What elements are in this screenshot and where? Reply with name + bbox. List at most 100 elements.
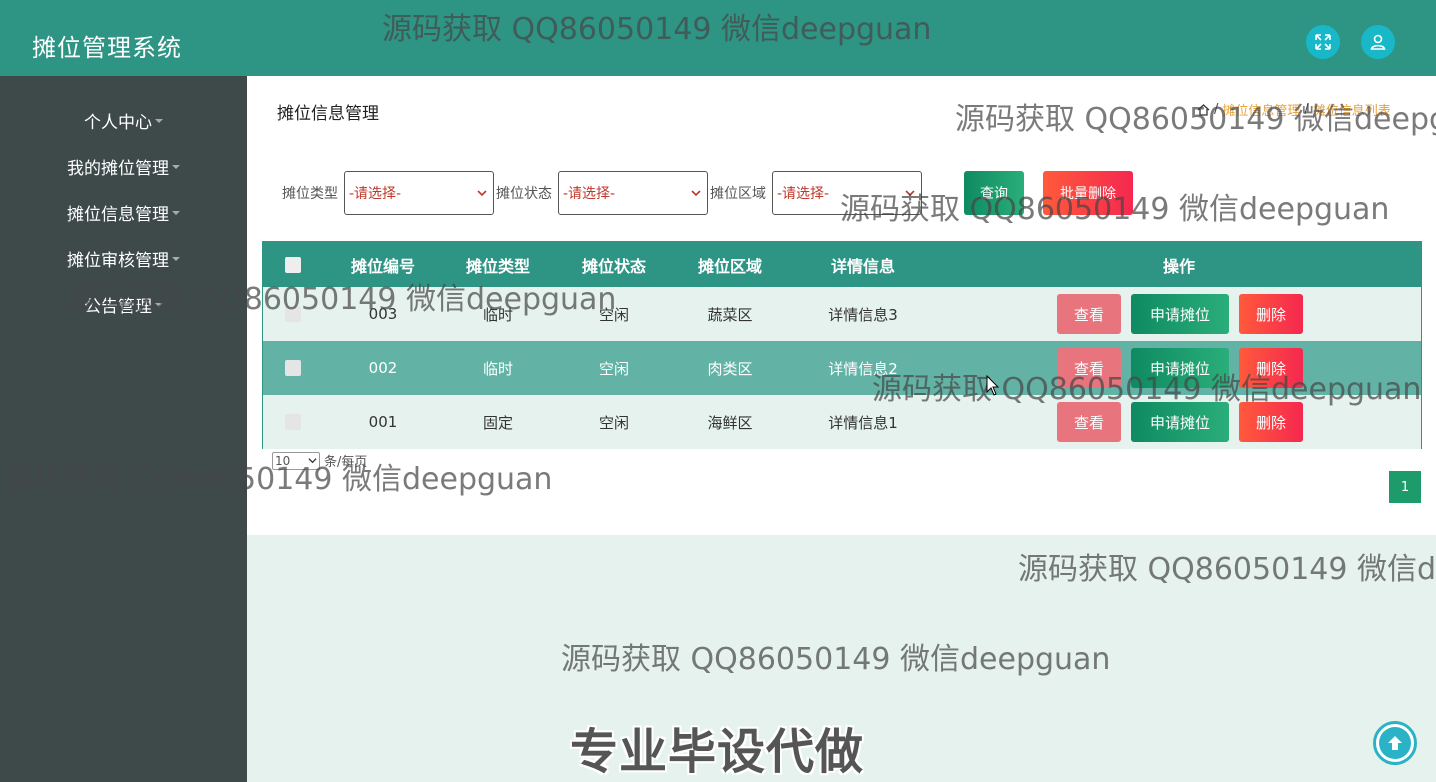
filter-select-area[interactable]: -请选择- — [772, 171, 922, 215]
page-number-button[interactable]: 1 — [1389, 471, 1421, 503]
query-button[interactable]: 查询 — [964, 171, 1024, 215]
expand-icon — [1315, 34, 1331, 50]
checkbox[interactable] — [285, 256, 301, 273]
breadcrumb-sub: 摊位信息列表 — [1312, 104, 1391, 119]
sidebar-item-label: 我的摊位管理 — [67, 158, 169, 179]
delete-button[interactable]: 删除 — [1239, 402, 1303, 442]
table-row: 002 临时 空闲 肉类区 详情信息2 查看 申请摊位 删除 — [263, 341, 1421, 395]
top-header: 摊位管理系统 — [0, 0, 1436, 76]
column-header: 摊位状态 — [581, 256, 646, 276]
row-checkbox[interactable] — [285, 287, 301, 341]
breadcrumb: / 摊位信息管理 / 摊位信息列表 — [1197, 100, 1391, 119]
arrow-up-icon — [1388, 736, 1402, 750]
chevron-down-icon — [691, 190, 701, 197]
scroll-top-circle — [1379, 727, 1411, 759]
filter-select-value: -请选择- — [563, 186, 616, 202]
filter-label-type: 摊位类型 — [282, 186, 338, 202]
column-header: 摊位编号 — [350, 256, 415, 276]
cell-code: 002 — [368, 359, 398, 377]
cell-status: 空闲 — [598, 413, 629, 432]
table-row: 001 固定 空闲 海鲜区 详情信息1 查看 申请摊位 删除 — [263, 395, 1421, 449]
scroll-to-top-button[interactable] — [1373, 721, 1417, 765]
delete-button[interactable]: 删除 — [1239, 348, 1303, 388]
select-all-checkbox[interactable] — [285, 242, 301, 287]
page-size-select[interactable]: 10 — [272, 451, 320, 470]
checkbox[interactable] — [285, 306, 301, 322]
home-icon[interactable] — [1197, 103, 1210, 116]
caret-down-icon — [172, 211, 180, 215]
delete-button[interactable]: 删除 — [1239, 294, 1303, 334]
cell-type: 临时 — [482, 305, 513, 324]
sidebar-item-label: 个人中心 — [84, 112, 152, 133]
breadcrumb-separator: / — [1214, 102, 1219, 117]
breadcrumb-separator: / — [1304, 102, 1309, 117]
watermark-text: 源码获取 QQ86050149 微信deepguan — [561, 642, 1111, 677]
cell-type: 固定 — [482, 413, 513, 432]
caret-down-icon — [172, 257, 180, 261]
cell-area: 海鲜区 — [707, 413, 753, 432]
cell-code: 003 — [368, 305, 398, 323]
caret-down-icon — [172, 165, 180, 169]
chevron-down-icon — [905, 190, 915, 197]
sidebar-item-stall-info[interactable]: 摊位信息管理 — [0, 197, 247, 227]
fullscreen-button[interactable] — [1306, 25, 1340, 59]
watermark-text: 源码获取 QQ86050149 微信de — [1018, 552, 1436, 587]
cell-status: 空闲 — [598, 305, 629, 324]
view-button[interactable]: 查看 — [1057, 348, 1121, 388]
user-icon — [1370, 34, 1386, 50]
page-size-suffix: 条/每页 — [324, 455, 368, 470]
breadcrumb-current[interactable]: 摊位信息管理 — [1222, 100, 1300, 119]
sidebar-item-label: 公告管理 — [84, 296, 152, 317]
cell-area: 肉类区 — [707, 359, 753, 378]
checkbox[interactable] — [285, 414, 301, 430]
app-title: 摊位管理系统 — [32, 34, 182, 62]
filter-label-status: 摊位状态 — [496, 186, 552, 202]
filter-select-value: -请选择- — [349, 186, 402, 202]
caret-down-icon — [155, 303, 163, 307]
row-checkbox[interactable] — [285, 395, 301, 449]
column-header: 摊位区域 — [697, 256, 762, 276]
filter-select-type[interactable]: -请选择- — [344, 171, 494, 215]
column-header: 摊位类型 — [465, 256, 530, 276]
main-content: 摊位信息管理 / 摊位信息管理 / 摊位信息列表 摊位类型 -请选择- 摊位状态… — [247, 76, 1436, 535]
page-title: 摊位信息管理 — [277, 104, 379, 124]
column-header: 详情信息 — [830, 256, 895, 276]
promo-watermark: 专业毕设代做 — [570, 724, 865, 780]
cell-detail: 详情信息3 — [828, 305, 898, 324]
cell-area: 蔬菜区 — [707, 305, 753, 324]
sidebar-item-label: 摊位审核管理 — [67, 250, 169, 271]
caret-down-icon — [155, 119, 163, 123]
chevron-down-icon — [308, 458, 317, 464]
apply-stall-button[interactable]: 申请摊位 — [1131, 294, 1229, 334]
cell-detail: 详情信息1 — [828, 413, 898, 432]
filter-label-area: 摊位区域 — [710, 186, 766, 202]
apply-stall-button[interactable]: 申请摊位 — [1131, 348, 1229, 388]
column-header: 操作 — [1162, 256, 1195, 276]
sidebar-item-personal-center[interactable]: 个人中心 — [0, 105, 247, 135]
sidebar-item-my-stalls[interactable]: 我的摊位管理 — [0, 151, 247, 181]
user-button[interactable] — [1361, 25, 1395, 59]
checkbox[interactable] — [285, 360, 301, 376]
sidebar-item-announcements[interactable]: 公告管理 — [0, 289, 247, 319]
table-row: 003 临时 空闲 蔬菜区 详情信息3 查看 申请摊位 删除 — [263, 287, 1421, 341]
chevron-down-icon — [477, 190, 487, 197]
page-size-control: 10 条/每页 — [272, 451, 367, 470]
cell-status: 空闲 — [598, 359, 629, 378]
batch-delete-button[interactable]: 批量删除 — [1043, 171, 1133, 215]
cell-code: 001 — [368, 413, 398, 431]
sidebar-item-stall-review[interactable]: 摊位审核管理 — [0, 243, 247, 273]
view-button[interactable]: 查看 — [1057, 402, 1121, 442]
table-header: 摊位编号 摊位类型 摊位状态 摊位区域 详情信息 操作 — [263, 242, 1421, 287]
sidebar: 个人中心 我的摊位管理 摊位信息管理 摊位审核管理 公告管理 — [0, 76, 247, 782]
mouse-cursor-icon — [986, 375, 1000, 396]
filter-select-value: -请选择- — [777, 186, 830, 202]
page-size-value: 10 — [275, 453, 291, 468]
sidebar-item-label: 摊位信息管理 — [67, 204, 169, 225]
row-checkbox[interactable] — [285, 341, 301, 395]
apply-stall-button[interactable]: 申请摊位 — [1131, 402, 1229, 442]
filter-select-status[interactable]: -请选择- — [558, 171, 708, 215]
view-button[interactable]: 查看 — [1057, 294, 1121, 334]
stall-table: 摊位编号 摊位类型 摊位状态 摊位区域 详情信息 操作 003 临时 空闲 蔬菜… — [262, 241, 1422, 449]
cell-type: 临时 — [482, 359, 513, 378]
cell-detail: 详情信息2 — [828, 359, 898, 378]
